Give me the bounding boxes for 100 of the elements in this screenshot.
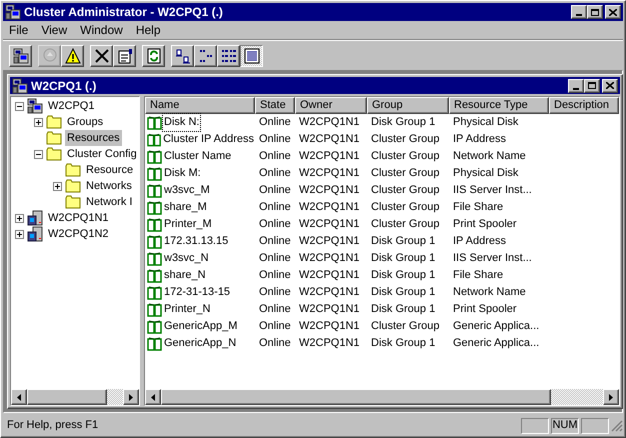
table-cell-text: Cluster Group: [370, 166, 440, 182]
status-pane: [581, 418, 609, 434]
tree-item[interactable]: W2CPQ1N1: [46, 210, 111, 226]
minimize-button[interactable]: [571, 5, 587, 19]
table-cell[interactable]: Cluster Name: [163, 148, 232, 165]
book-icon: [147, 252, 162, 266]
table-cell-text: Cluster Group: [370, 149, 440, 164]
book-icon: [147, 166, 162, 180]
table-cell-text: Online: [258, 115, 292, 130]
warning-icon: [64, 48, 80, 64]
computers-icon: [12, 48, 28, 64]
table-cell-text: Online: [258, 268, 292, 284]
table-cell-text: Disk Group 1: [370, 302, 436, 318]
tree-item[interactable]: Cluster Config: [65, 146, 139, 162]
table-cell-text: Online: [258, 166, 292, 182]
table-cell-text: Print Spooler: [452, 302, 518, 318]
table-cell-text: Disk Group 1: [370, 285, 436, 300]
details-icon: [244, 48, 260, 64]
table-cell[interactable]: GenericApp_N: [163, 335, 238, 352]
tree-item[interactable]: Network I: [84, 194, 134, 210]
large-icons-icon: [174, 48, 190, 64]
table-cell-text: Physical Disk: [452, 166, 520, 182]
horizontal-scrollbar[interactable]: [145, 389, 619, 405]
table-cell-text: Online: [258, 319, 292, 334]
table-cell[interactable]: Cluster IP Address: [162, 131, 255, 148]
table-cell[interactable]: w3svc_M: [163, 182, 211, 199]
table-cell[interactable]: 172.31.13.15: [163, 233, 230, 250]
table-cell[interactable]: Disk M:: [163, 165, 202, 182]
table-cell[interactable]: Printer_M: [163, 216, 213, 233]
expand-toggle[interactable]: [34, 118, 43, 126]
table-cell-text: W2CPQ1N1: [298, 251, 361, 266]
table-cell-text: Cluster Group: [370, 319, 440, 334]
status-text: For Help, press F1: [6, 418, 100, 434]
book-icon: [147, 336, 162, 350]
close-button[interactable]: [602, 78, 618, 92]
folder-icon: [46, 131, 62, 145]
tree-item[interactable]: Groups: [65, 114, 106, 130]
table-cell-text: W2CPQ1N1: [298, 319, 361, 334]
tree-item[interactable]: W2CPQ1N2: [46, 226, 111, 242]
table-cell-text: Network Name: [452, 285, 527, 300]
table-cell[interactable]: Printer_N: [163, 301, 212, 318]
column-header[interactable]: Group: [367, 97, 449, 114]
table-cell-text: Cluster Group: [370, 183, 440, 198]
table-cell[interactable]: Disk N:: [163, 114, 200, 131]
expand-toggle[interactable]: [15, 214, 24, 222]
table-cell-text: W2CPQ1N1: [298, 115, 361, 130]
menu-item[interactable]: File: [3, 21, 34, 39]
folder-icon: [65, 195, 81, 209]
menu-item[interactable]: Window: [74, 21, 129, 39]
table-cell-text: Print Spooler: [452, 217, 518, 232]
table-cell-text: W2CPQ1N1: [298, 166, 361, 182]
delete-icon: [94, 48, 110, 64]
column-header[interactable]: Description: [549, 97, 619, 114]
table-cell[interactable]: 172-31-13-15: [163, 284, 232, 301]
table-cell-text: W2CPQ1N1: [298, 302, 361, 318]
list-icon: [220, 48, 236, 64]
tree-item[interactable]: Resource: [84, 162, 136, 178]
column-header[interactable]: State: [255, 97, 295, 114]
left-arrow-icon: [17, 394, 21, 400]
minimize-button[interactable]: [568, 78, 584, 92]
folder-icon: [65, 179, 81, 193]
table-cell[interactable]: share_N: [163, 267, 207, 284]
small-icons-icon: [198, 48, 214, 64]
table-cell-text: Disk Group 1: [370, 251, 436, 266]
table-cell-text: IIS Server Inst...: [452, 251, 533, 266]
maximize-button[interactable]: [587, 5, 603, 19]
expand-toggle[interactable]: [53, 182, 62, 190]
refresh-icon: [146, 48, 162, 64]
table-cell-text: Physical Disk: [452, 115, 520, 130]
table-cell[interactable]: share_M: [163, 199, 208, 216]
menu-item[interactable]: Help: [130, 21, 167, 39]
toolbar-button[interactable]: [240, 44, 263, 66]
collapse-toggle[interactable]: [15, 102, 24, 110]
book-icon: [147, 184, 162, 198]
status-indicator: NUM: [551, 418, 579, 434]
menu-item[interactable]: View: [35, 21, 74, 39]
table-cell-text: Online: [258, 217, 292, 232]
book-icon: [147, 320, 162, 334]
folder-icon: [65, 163, 81, 177]
close-icon: [609, 8, 617, 16]
server-icon: [27, 210, 43, 226]
close-button[interactable]: [605, 5, 621, 19]
table-cell[interactable]: GenericApp_M: [163, 318, 238, 335]
collapse-toggle[interactable]: [34, 150, 43, 158]
table-cell[interactable]: w3svc_N: [163, 250, 210, 267]
table-cell-text: File Share: [452, 268, 504, 284]
child-window-title: W2CPQ1 (.): [31, 78, 98, 94]
column-header[interactable]: Owner: [295, 97, 367, 114]
maximize-button[interactable]: [584, 78, 600, 92]
horizontal-scrollbar[interactable]: [11, 389, 139, 405]
book-icon: [147, 200, 162, 214]
tree-item[interactable]: Networks: [84, 178, 134, 194]
column-header[interactable]: Name: [145, 97, 255, 114]
column-header[interactable]: Resource Type: [449, 97, 549, 114]
tree-item[interactable]: W2CPQ1: [46, 98, 96, 114]
table-cell-text: W2CPQ1N1: [298, 200, 361, 216]
tree-item[interactable]: Resources: [65, 130, 122, 146]
left-arrow-icon: [151, 394, 155, 400]
expand-toggle[interactable]: [15, 230, 24, 238]
folder-icon: [46, 115, 62, 129]
